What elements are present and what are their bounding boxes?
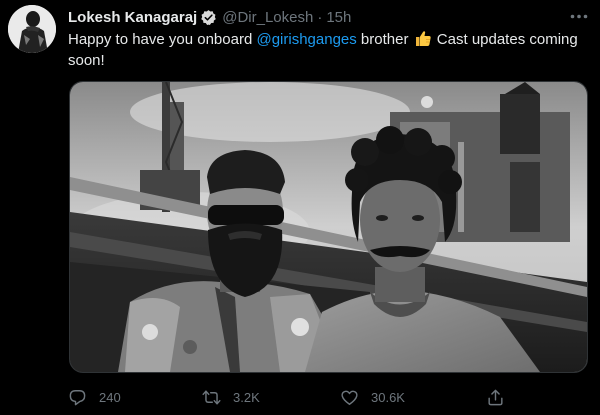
retweet-count: 3.2K — [233, 389, 260, 405]
reply-icon — [69, 389, 86, 405]
author-handle[interactable]: @Dir_Lokesh — [222, 9, 313, 26]
tweet-actions: 240 3.2K 30.6K — [68, 385, 508, 409]
retweet-icon — [202, 389, 221, 405]
like-count: 30.6K — [371, 389, 405, 405]
share-icon — [488, 389, 503, 405]
verified-badge-icon — [200, 9, 217, 26]
retweet-button[interactable]: 3.2K — [202, 385, 260, 409]
like-button[interactable]: 30.6K — [340, 385, 405, 409]
tweet-timestamp[interactable]: 15h — [326, 9, 351, 26]
tweet: Lokesh Kanagaraj @Dir_Lokesh · 15h Happy… — [0, 0, 600, 415]
heart-icon — [341, 390, 358, 405]
reply-count: 240 — [99, 389, 121, 405]
share-button[interactable] — [486, 385, 517, 409]
mention-link[interactable]: @girishganges — [256, 31, 356, 48]
tweet-text: Happy to have you onboard @girishganges … — [68, 29, 578, 71]
tweet-photo[interactable] — [69, 81, 588, 373]
separator-dot: · — [317, 8, 323, 26]
reply-button[interactable]: 240 — [68, 385, 121, 409]
thumbs-up-icon — [414, 30, 432, 47]
tweet-text-middle: brother — [356, 31, 413, 48]
avatar[interactable] — [8, 5, 56, 53]
author-name[interactable]: Lokesh Kanagaraj — [68, 9, 197, 26]
more-options-icon[interactable] — [568, 8, 590, 24]
tweet-text-start: Happy to have you onboard — [68, 31, 257, 48]
tweet-header: Lokesh Kanagaraj @Dir_Lokesh · 15h — [68, 7, 351, 27]
